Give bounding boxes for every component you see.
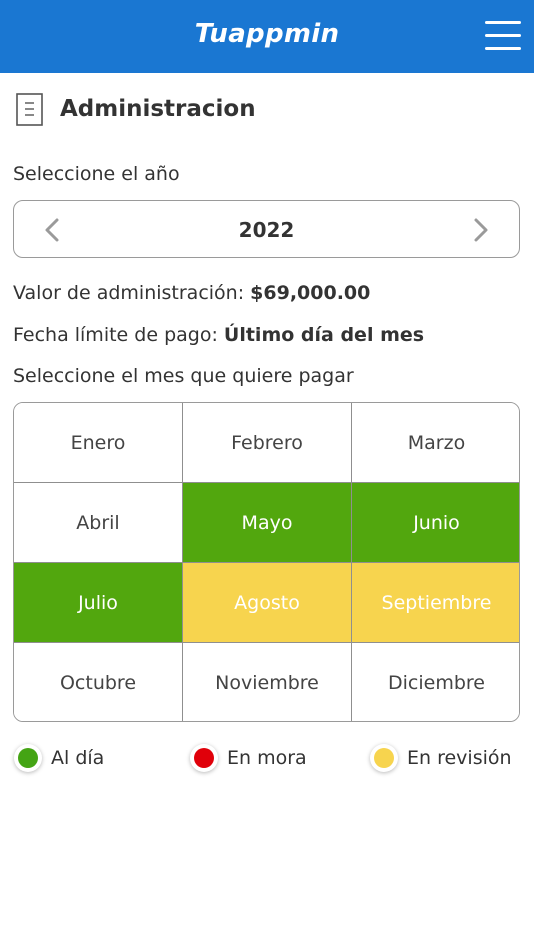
months-grid: Enero Febrero Marzo Abril Mayo Junio Jul… <box>13 402 520 722</box>
month-prompt: Seleccione el mes que quiere pagar <box>13 365 354 387</box>
year-prompt: Seleccione el año <box>13 163 180 185</box>
month-cell-abril[interactable]: Abril <box>14 483 183 563</box>
legend-label: Al día <box>51 747 105 769</box>
legend-en-mora: En mora <box>190 741 307 775</box>
document-icon <box>16 93 43 126</box>
legend-label: En mora <box>227 747 307 769</box>
status-dot-icon <box>14 744 42 772</box>
app-header: Tuappmin <box>0 0 534 73</box>
hamburger-menu-icon[interactable] <box>485 20 521 52</box>
page-title: Administracion <box>60 96 256 122</box>
chevron-right-icon[interactable] <box>463 213 497 247</box>
status-dot-icon <box>190 744 218 772</box>
app-title: Tuappmin <box>194 19 340 49</box>
month-cell-mayo[interactable]: Mayo <box>183 483 352 563</box>
month-cell-junio[interactable]: Junio <box>352 483 519 563</box>
month-cell-diciembre[interactable]: Diciembre <box>352 643 519 721</box>
month-cell-marzo[interactable]: Marzo <box>352 403 519 483</box>
deadline-line: Fecha límite de pago: Último día del mes <box>13 324 424 346</box>
month-cell-septiembre[interactable]: Septiembre <box>352 563 519 643</box>
month-cell-agosto[interactable]: Agosto <box>183 563 352 643</box>
status-dot-icon <box>370 744 398 772</box>
deadline-value: Último día del mes <box>223 324 425 346</box>
legend-label: En revisión <box>407 747 512 769</box>
deadline-label: Fecha límite de pago: <box>13 324 218 346</box>
year-value: 2022 <box>238 218 295 242</box>
admin-value: $69,000.00 <box>250 282 371 304</box>
legend-en-revision: En revisión <box>370 741 512 775</box>
month-cell-enero[interactable]: Enero <box>14 403 183 483</box>
month-cell-octubre[interactable]: Octubre <box>14 643 183 721</box>
month-cell-febrero[interactable]: Febrero <box>183 403 352 483</box>
month-cell-julio[interactable]: Julio <box>14 563 183 643</box>
admin-value-label: Valor de administración: <box>13 282 245 304</box>
month-cell-noviembre[interactable]: Noviembre <box>183 643 352 721</box>
admin-value-line: Valor de administración: $69,000.00 <box>13 282 370 304</box>
year-selector: 2022 <box>13 200 520 258</box>
legend-al-dia: Al día <box>14 741 104 775</box>
